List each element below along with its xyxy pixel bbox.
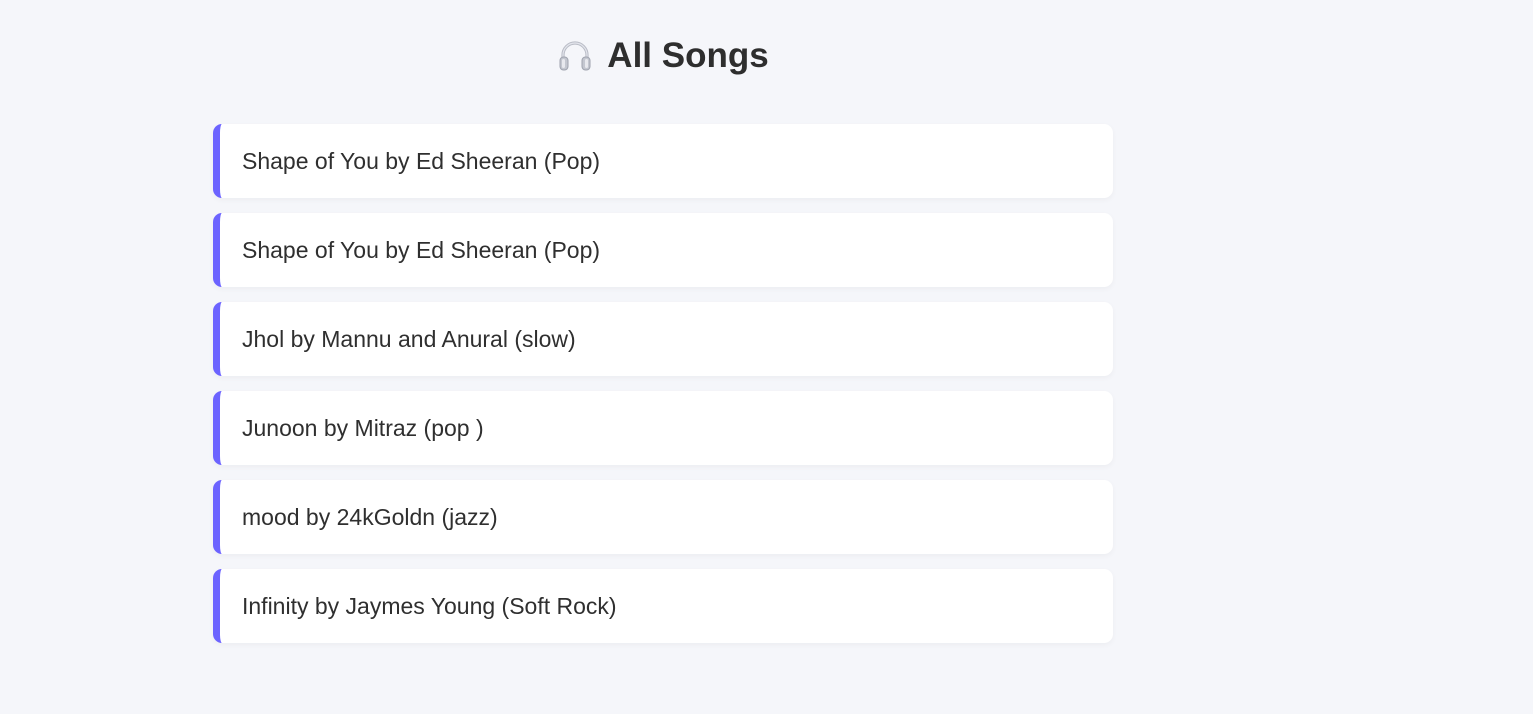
song-item[interactable]: mood by 24kGoldn (jazz) (213, 480, 1113, 554)
song-item[interactable]: Infinity by Jaymes Young (Soft Rock) (213, 569, 1113, 643)
song-item[interactable]: Shape of You by Ed Sheeran (Pop) (213, 124, 1113, 198)
song-item[interactable]: Junoon by Mitraz (pop ) (213, 391, 1113, 465)
song-label: Shape of You by Ed Sheeran (Pop) (242, 236, 601, 263)
headphones-icon (557, 38, 593, 74)
page-title: All Songs (607, 36, 769, 75)
song-label: Jhol by Mannu and Anural (slow) (242, 325, 576, 352)
page: All Songs Shape of You by Ed Sheeran (Po… (0, 0, 1533, 714)
song-list: Shape of You by Ed Sheeran (Pop) Shape o… (213, 124, 1113, 658)
song-label: Infinity by Jaymes Young (Soft Rock) (242, 592, 617, 619)
song-item[interactable]: Jhol by Mannu and Anural (slow) (213, 302, 1113, 376)
song-label: mood by 24kGoldn (jazz) (242, 503, 498, 530)
song-label: Junoon by Mitraz (pop ) (242, 414, 484, 441)
song-item[interactable]: Shape of You by Ed Sheeran (Pop) (213, 213, 1113, 287)
header: All Songs (0, 34, 1326, 78)
song-label: Shape of You by Ed Sheeran (Pop) (242, 147, 601, 174)
